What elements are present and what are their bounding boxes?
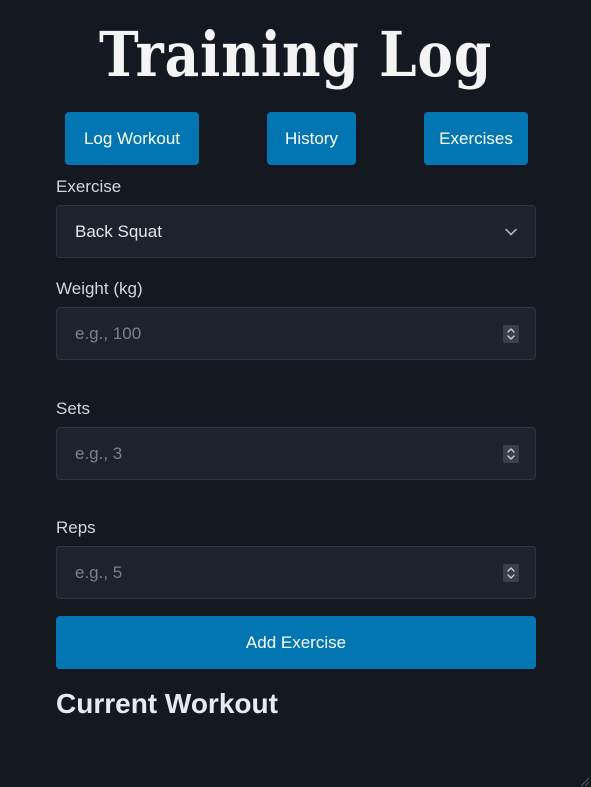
- sets-label: Sets: [56, 399, 91, 418]
- sets-input[interactable]: e.g., 3: [56, 427, 536, 480]
- exercise-select-value: Back Squat: [75, 221, 162, 241]
- reps-input-placeholder: e.g., 5: [75, 562, 123, 582]
- weight-input[interactable]: e.g., 100: [56, 307, 536, 360]
- chevron-down-icon: [503, 224, 519, 240]
- number-stepper-icon[interactable]: [503, 563, 519, 582]
- exercise-select[interactable]: Back Squat: [56, 205, 536, 258]
- resize-handle-icon[interactable]: [578, 774, 590, 787]
- add-exercise-button[interactable]: Add Exercise: [56, 616, 536, 669]
- app-title: Training Log: [99, 18, 492, 91]
- exercises-button[interactable]: Exercises: [424, 112, 528, 165]
- history-button[interactable]: History: [267, 112, 356, 165]
- number-stepper-icon[interactable]: [503, 324, 519, 343]
- number-stepper-icon[interactable]: [503, 444, 519, 463]
- sets-input-placeholder: e.g., 3: [75, 443, 123, 463]
- current-workout-title: Current Workout: [56, 688, 278, 719]
- reps-input[interactable]: e.g., 5: [56, 546, 536, 599]
- training-log-page: Training Log Log Workout History Exercis…: [0, 0, 591, 787]
- reps-label: Reps: [56, 518, 96, 537]
- log-workout-button[interactable]: Log Workout: [65, 112, 199, 165]
- exercise-label: Exercise: [56, 177, 122, 196]
- weight-label: Weight (kg): [56, 279, 143, 298]
- weight-input-placeholder: e.g., 100: [75, 323, 142, 343]
